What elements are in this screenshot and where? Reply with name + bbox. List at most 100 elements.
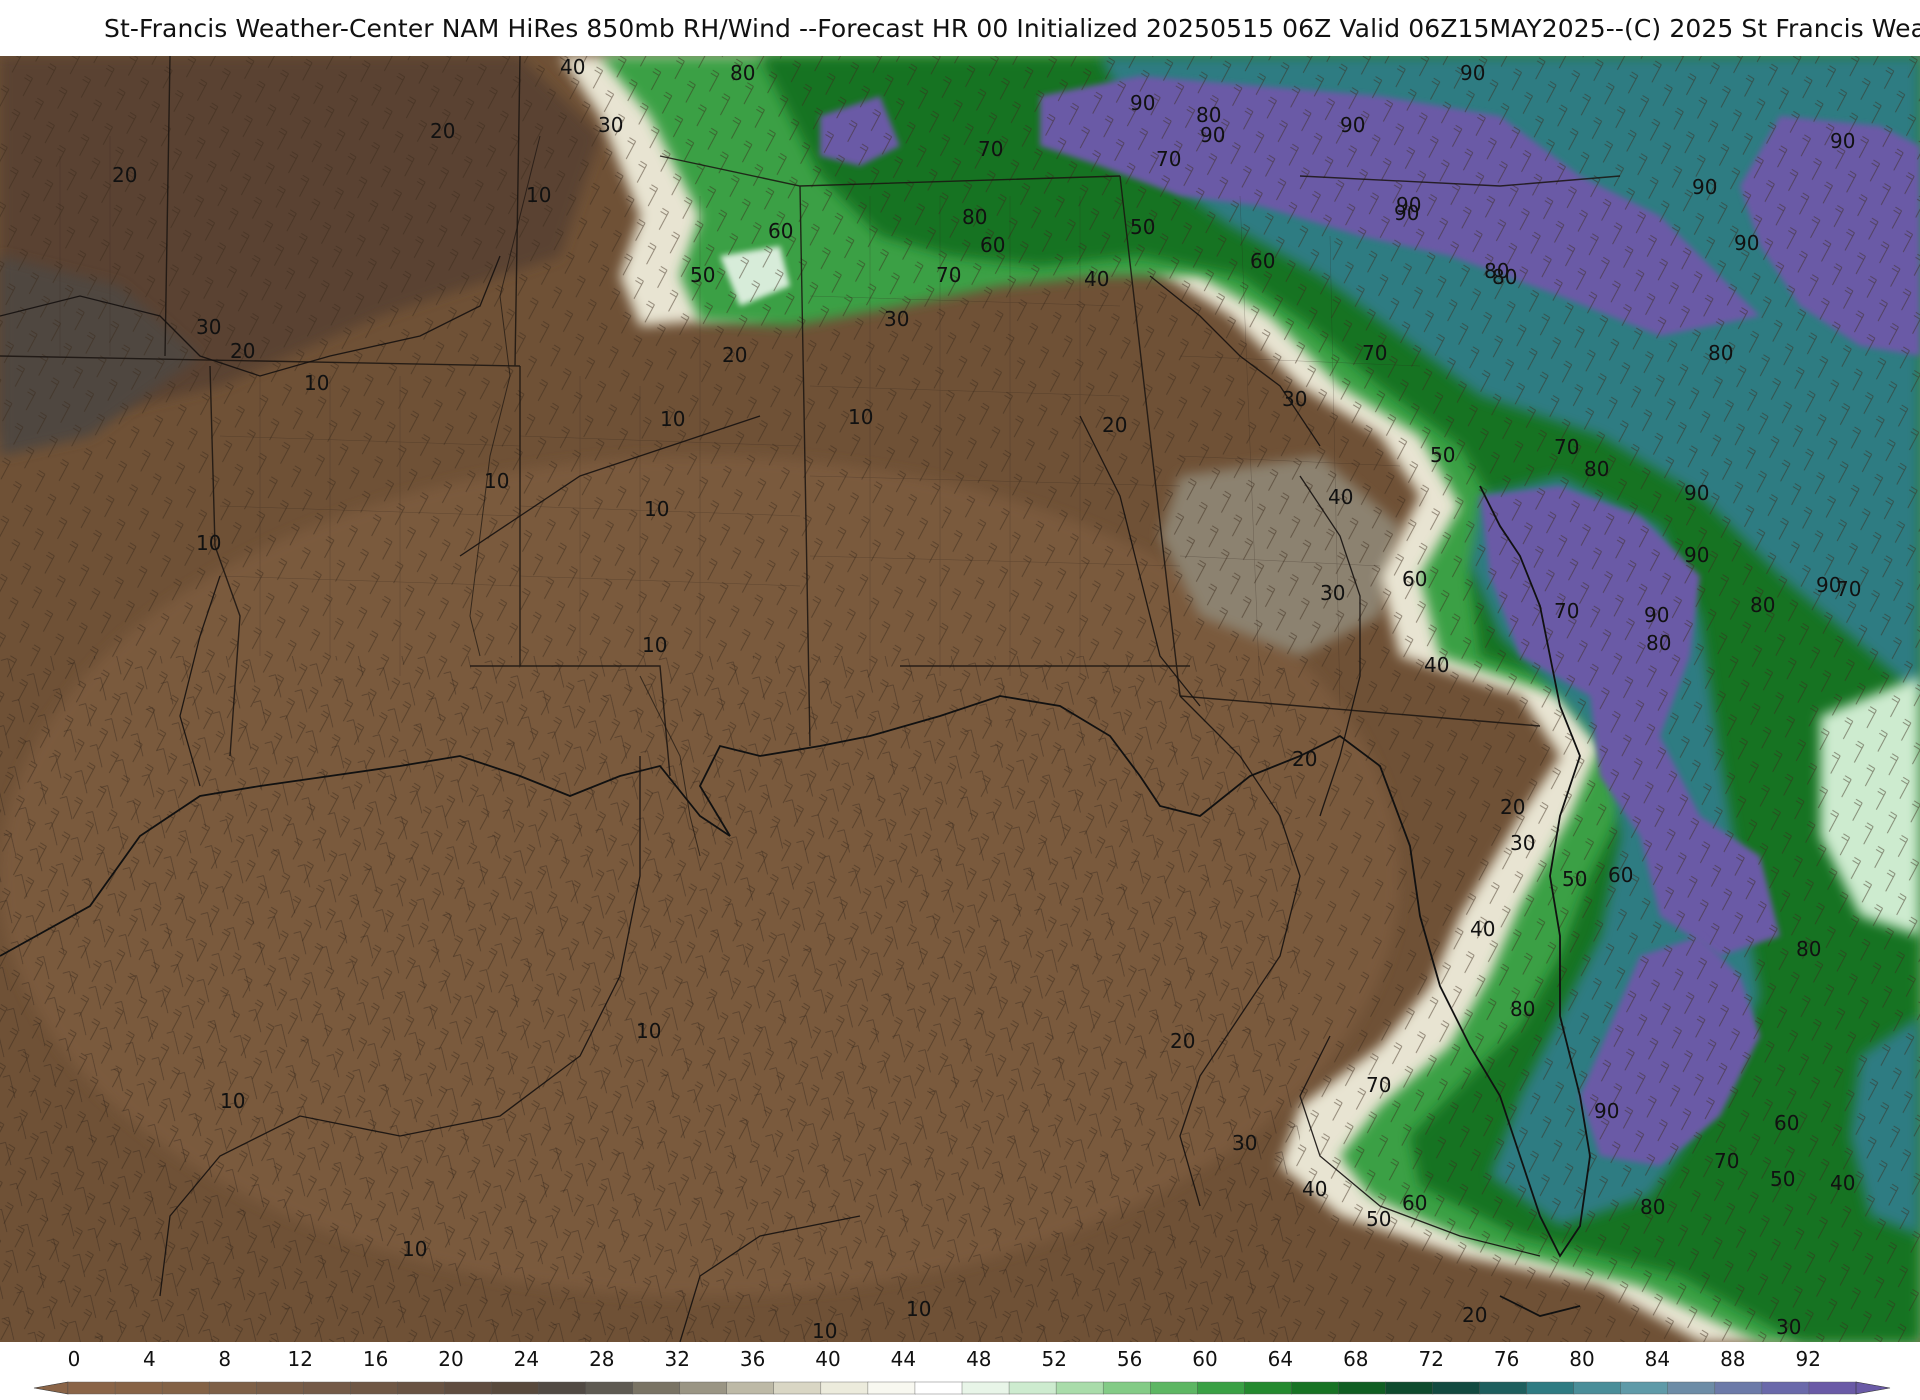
contour-label: 50 xyxy=(1430,443,1455,467)
contour-label: 20 xyxy=(112,163,137,187)
colorbar-swatch xyxy=(1620,1381,1669,1395)
contour-label: 80 xyxy=(1510,997,1535,1021)
map-canvas: 40 80 90 90 90 90 30 20 20 10 70 80 70 9… xyxy=(0,56,1920,1342)
colorbar-swatches xyxy=(33,1381,1891,1395)
colorbar-swatch xyxy=(1761,1381,1810,1395)
contour-label: 90 xyxy=(1460,61,1485,85)
contour-label: 80 xyxy=(1708,341,1733,365)
colorbar-swatch xyxy=(1197,1381,1246,1395)
colorbar-tick-label: 92 xyxy=(1795,1347,1820,1371)
colorbar-swatch xyxy=(585,1381,634,1395)
colorbar-swatch xyxy=(1714,1381,1763,1395)
colorbar-swatch xyxy=(491,1381,540,1395)
colorbar-swatch xyxy=(114,1381,163,1395)
contour-label: 10 xyxy=(484,469,509,493)
contour-label: 80 xyxy=(1584,457,1609,481)
colorbar-tick-label: 76 xyxy=(1494,1347,1519,1371)
colorbar-swatch xyxy=(1526,1381,1575,1395)
colorbar-swatch xyxy=(67,1381,116,1395)
contour-label: 10 xyxy=(660,407,685,431)
contour-label: 10 xyxy=(848,405,873,429)
contour-label: 30 xyxy=(598,113,623,137)
contour-label: 40 xyxy=(1424,653,1449,677)
contour-label: 90 xyxy=(1130,91,1155,115)
contour-label: 90 xyxy=(1200,123,1225,147)
contour-label: 20 xyxy=(1462,1303,1487,1327)
contour-label: 70 xyxy=(1836,577,1861,601)
colorbar-swatch xyxy=(1479,1381,1528,1395)
colorbar-swatch xyxy=(1808,1381,1857,1395)
contour-label: 40 xyxy=(560,56,585,79)
contour-label: 80 xyxy=(1646,631,1671,655)
colorbar-swatch xyxy=(914,1381,963,1395)
contour-label: 30 xyxy=(1320,581,1345,605)
colorbar-tick-label: 56 xyxy=(1117,1347,1142,1371)
colorbar: 0 4 8 12 16 20 24 28 32 36 40 44 48 52 56 60 64 68 72 76 80 8… xyxy=(0,1342,1920,1400)
contour-label: 10 xyxy=(304,371,329,395)
colorbar-swatch xyxy=(1338,1381,1387,1395)
colorbar-swatch xyxy=(632,1381,681,1395)
contour-label: 10 xyxy=(220,1089,245,1113)
colorbar-tick-label: 68 xyxy=(1343,1347,1368,1371)
colorbar-tick-label: 44 xyxy=(891,1347,916,1371)
contour-label: 30 xyxy=(196,315,221,339)
colorbar-tick-labels: 0 4 8 12 16 20 24 28 32 36 40 44 48 52 56 60 64 68 72 76 80 8… xyxy=(68,1347,1821,1371)
contour-label: 90 xyxy=(1594,1099,1619,1123)
title-bar: St-Francis Weather-Center NAM HiRes 850m… xyxy=(0,0,1920,56)
colorbar-swatch xyxy=(256,1381,304,1395)
colorbar-swatch xyxy=(1055,1381,1104,1395)
contour-label: 10 xyxy=(196,531,221,555)
contour-label: 10 xyxy=(636,1019,661,1043)
colorbar-tick-label: 24 xyxy=(514,1347,539,1371)
contour-label: 30 xyxy=(1510,831,1535,855)
colorbar-tick-label: 84 xyxy=(1645,1347,1670,1371)
contour-label: 20 xyxy=(1292,747,1317,771)
colorbar-swatch xyxy=(444,1381,493,1395)
contour-label: 70 xyxy=(1156,147,1181,171)
contour-label: 90 xyxy=(1734,231,1759,255)
contour-label: 80 xyxy=(1640,1195,1665,1219)
contour-label: 20 xyxy=(1500,795,1525,819)
colorbar-left-arrow xyxy=(33,1381,69,1395)
contour-label: 20 xyxy=(1102,413,1127,437)
contour-label: 20 xyxy=(722,343,747,367)
contour-label: 70 xyxy=(1554,599,1579,623)
colorbar-swatch xyxy=(161,1381,210,1395)
colorbar-swatch xyxy=(208,1381,257,1395)
colorbar-tick-label: 32 xyxy=(664,1347,689,1371)
colorbar-tick-label: 72 xyxy=(1418,1347,1443,1371)
colorbar-swatch xyxy=(961,1381,1010,1395)
contour-label: 30 xyxy=(884,307,909,331)
contour-label: 70 xyxy=(936,263,961,287)
colorbar-canvas: 0 4 8 12 16 20 24 28 32 36 40 44 48 52 56 60 64 68 72 76 80 8… xyxy=(33,1347,1891,1395)
colorbar-tick-label: 40 xyxy=(815,1347,840,1371)
wind-barbs-gulf xyxy=(0,656,1300,1342)
colorbar-swatch xyxy=(1244,1381,1293,1395)
contour-label: 90 xyxy=(1692,175,1717,199)
contour-label: 60 xyxy=(1774,1111,1799,1135)
colorbar-tick-label: 48 xyxy=(966,1347,991,1371)
colorbar-swatch xyxy=(303,1381,352,1395)
contour-label: 80 xyxy=(1492,265,1517,289)
contour-label: 70 xyxy=(978,137,1003,161)
contour-label: 20 xyxy=(430,119,455,143)
colorbar-tick-label: 12 xyxy=(287,1347,312,1371)
contour-label: 90 xyxy=(1644,603,1669,627)
contour-label: 90 xyxy=(1396,193,1421,217)
contour-label: 40 xyxy=(1084,267,1109,291)
contour-label: 30 xyxy=(1232,1131,1257,1155)
colorbar-swatch xyxy=(538,1381,587,1395)
contour-label: 60 xyxy=(1608,863,1633,887)
colorbar-tick-label: 60 xyxy=(1192,1347,1217,1371)
colorbar-swatch xyxy=(726,1381,775,1395)
contour-label: 60 xyxy=(1250,249,1275,273)
contour-label: 10 xyxy=(526,183,551,207)
colorbar-swatch xyxy=(1102,1381,1151,1395)
contour-label: 60 xyxy=(1402,567,1427,591)
colorbar-swatch xyxy=(1291,1381,1340,1395)
colorbar-tick-label: 0 xyxy=(68,1347,81,1371)
rh-wind-map: 40 80 90 90 90 90 30 20 20 10 70 80 70 9… xyxy=(0,56,1920,1342)
colorbar-tick-label: 64 xyxy=(1268,1347,1293,1371)
colorbar-right-arrow xyxy=(1855,1381,1891,1395)
contour-label: 10 xyxy=(642,633,667,657)
